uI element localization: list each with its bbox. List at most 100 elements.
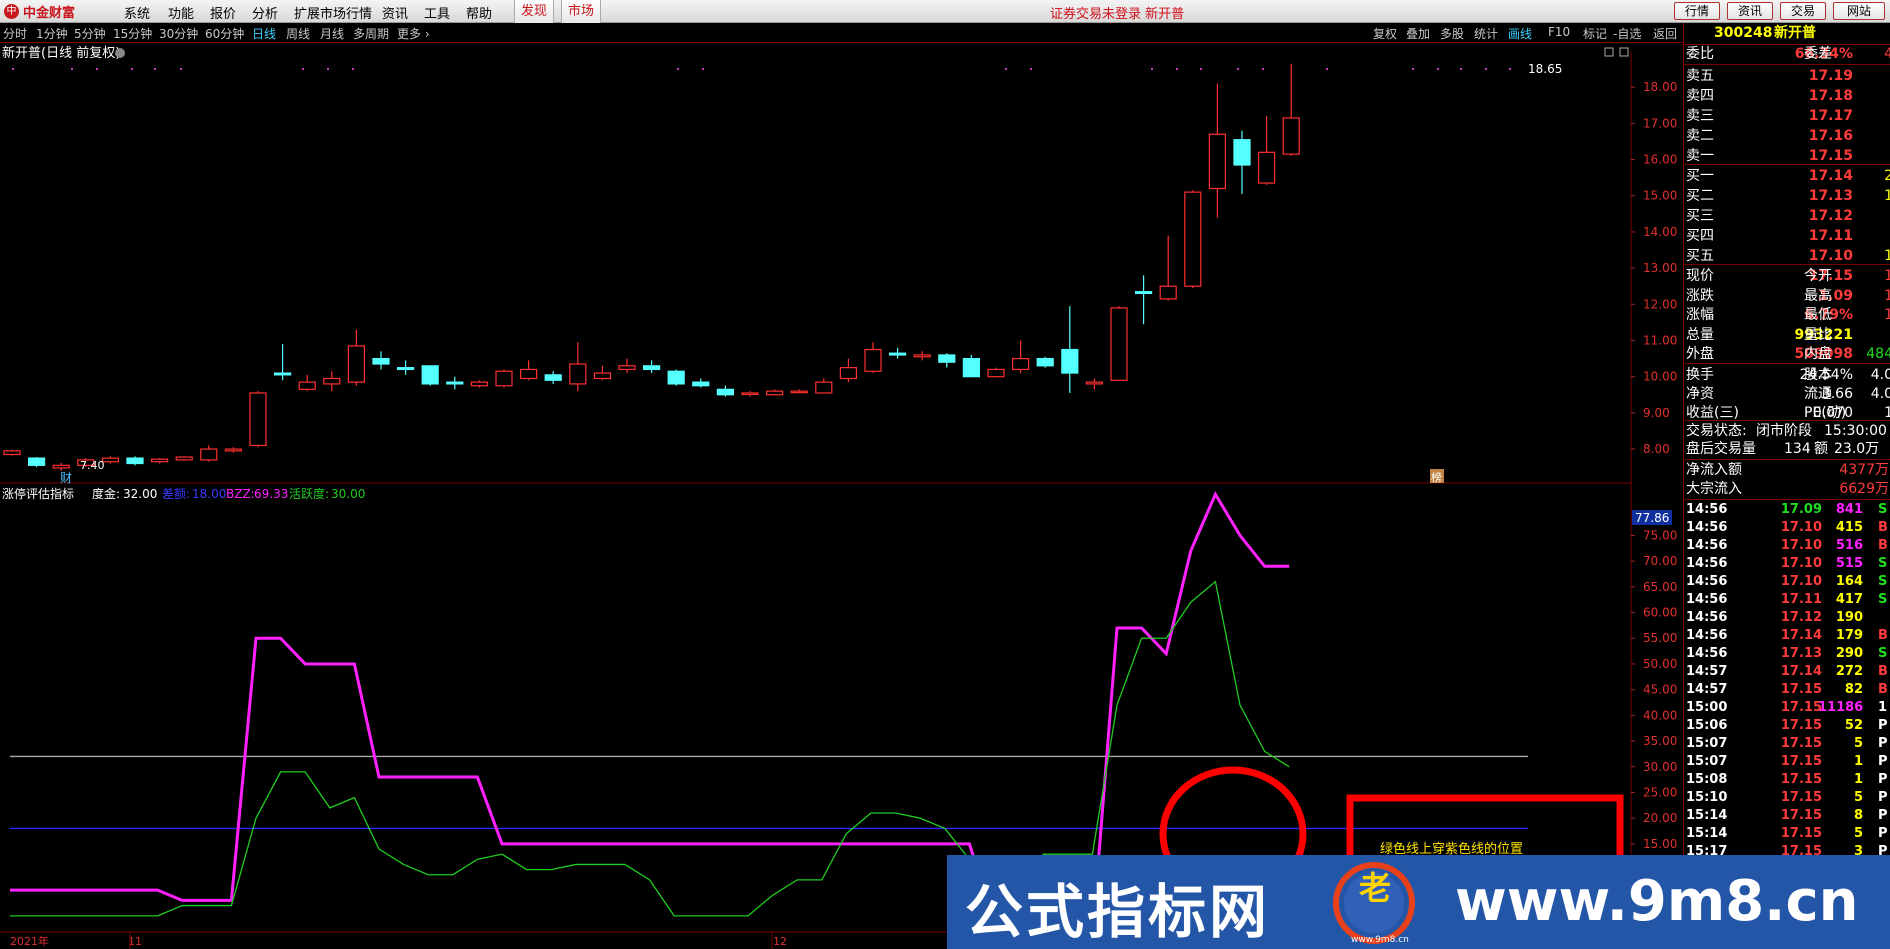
- tool-stats[interactable]: 统计: [1474, 25, 1498, 42]
- period-tab-15min[interactable]: 15分钟: [113, 25, 152, 42]
- candle[interactable]: [962, 354, 981, 378]
- bid-label: 买五: [1686, 248, 1714, 264]
- signal-dot: [702, 68, 704, 70]
- candle[interactable]: [3, 449, 21, 456]
- indicator-y-tick: 20.00: [1643, 811, 1677, 825]
- bid-row[interactable]: 买五 17.10 1: [1684, 247, 1890, 265]
- menu-discover[interactable]: 发现: [514, 0, 555, 23]
- period-tab-60min[interactable]: 60分钟: [205, 25, 244, 42]
- period-tab-daily[interactable]: 日线: [252, 25, 276, 42]
- candle[interactable]: [667, 369, 685, 386]
- menu-analysis[interactable]: 分析: [252, 3, 278, 22]
- tick-price: 17.10: [1780, 556, 1822, 571]
- tool-adjust[interactable]: 复权: [1373, 25, 1397, 42]
- menu-quote[interactable]: 报价: [210, 3, 236, 22]
- tick-volume: 190: [1835, 610, 1863, 625]
- financial-marker[interactable]: 财: [60, 471, 72, 484]
- tool-draw[interactable]: 画线: [1508, 25, 1532, 42]
- tool-multi-stock[interactable]: 多股: [1440, 25, 1464, 42]
- signal-dot: [1460, 68, 1462, 70]
- bid-row[interactable]: 买一 17.14 2: [1684, 167, 1890, 185]
- candle[interactable]: [175, 456, 193, 461]
- news-button[interactable]: 资讯: [1727, 2, 1773, 20]
- stat-row: 外盘 509098 内盘 484: [1684, 345, 1890, 363]
- menu-function[interactable]: 功能: [168, 3, 194, 22]
- indicator-y-tick: 65.00: [1643, 580, 1677, 594]
- tick-volume: 290: [1835, 646, 1863, 661]
- tick-time: 14:56: [1686, 502, 1728, 517]
- tick-row: 14:56 17.09 841 S: [1684, 501, 1890, 519]
- menu-system[interactable]: 系统: [124, 3, 150, 22]
- candlestick-chart[interactable]: 18.00 17.00 16.00 15.00 14.00 13.00 12.00 11.00…: [0, 43, 1683, 484]
- y-tick-label: 10.00: [1643, 370, 1677, 384]
- stat2-label-2: 股本: [1804, 367, 1832, 383]
- candle[interactable]: [1036, 356, 1054, 368]
- period-tab-weekly[interactable]: 周线: [286, 25, 310, 42]
- trade-button[interactable]: 交易: [1780, 2, 1826, 20]
- ask-row[interactable]: 卖四 17.18: [1684, 87, 1890, 105]
- stat-row: 涨幅 6.79% 最低 1: [1684, 306, 1890, 324]
- tool-f10[interactable]: F10: [1548, 25, 1570, 39]
- ask-price: 17.15: [1808, 148, 1853, 164]
- brand-name: 中金财富: [23, 6, 76, 21]
- website-button[interactable]: 网站: [1833, 2, 1885, 20]
- quote-button[interactable]: 行情: [1674, 2, 1720, 20]
- tick-time: 15:00: [1686, 700, 1728, 715]
- tick-row: 14:57 17.15 82 B: [1684, 681, 1890, 699]
- stat-label: 总量: [1686, 326, 1714, 343]
- period-tab-30min[interactable]: 30分钟: [159, 25, 198, 42]
- tick-time: 14:57: [1686, 682, 1728, 697]
- tool-watchlist[interactable]: -自选: [1613, 25, 1641, 42]
- tool-mark[interactable]: 标记: [1583, 25, 1607, 42]
- tool-back[interactable]: 返回: [1653, 25, 1677, 42]
- tick-volume: 5: [1853, 736, 1863, 751]
- candle[interactable]: [28, 457, 46, 468]
- candle[interactable]: [249, 391, 267, 448]
- bid-row[interactable]: 买四 17.11: [1684, 227, 1890, 245]
- stat-row: 现价 17.15 今开 1: [1684, 267, 1890, 285]
- bid-row[interactable]: 买三 17.12: [1684, 207, 1890, 225]
- tick-volume: 11186: [1818, 700, 1864, 715]
- signal-dot: [154, 68, 156, 70]
- bl-label: 差额:: [162, 487, 190, 501]
- menu-help[interactable]: 帮助: [466, 3, 492, 22]
- ask-row[interactable]: 卖二 17.16: [1684, 127, 1890, 145]
- tick-row: 14:56 17.10 415 B: [1684, 519, 1890, 537]
- menu-market[interactable]: 市场: [561, 0, 602, 23]
- candle[interactable]: [495, 369, 513, 388]
- period-tab-5min[interactable]: 5分钟: [74, 25, 106, 42]
- menu-tools[interactable]: 工具: [424, 3, 450, 22]
- candle[interactable]: [421, 365, 439, 386]
- bid-row[interactable]: 买二 17.13 1: [1684, 187, 1890, 205]
- settings-circle-icon[interactable]: [115, 48, 125, 58]
- ask-row[interactable]: 卖五 17.19: [1684, 67, 1890, 85]
- period-tab-intraday[interactable]: 分时: [3, 25, 27, 42]
- y-tick-label: 15.00: [1643, 189, 1677, 203]
- candle[interactable]: [1110, 306, 1128, 381]
- tick-price: 17.11: [1780, 592, 1822, 607]
- ask-price: 17.16: [1808, 128, 1853, 144]
- candle[interactable]: [126, 456, 144, 466]
- tick-row: 14:56 17.10 515 S: [1684, 555, 1890, 573]
- period-tab-1min[interactable]: 1分钟: [36, 25, 68, 42]
- period-tab-multi[interactable]: 多周期: [353, 25, 389, 42]
- indicator-name: 涨停评估指标: [2, 486, 74, 501]
- signal-dot: [302, 68, 304, 70]
- ask-row[interactable]: 卖一 17.15: [1684, 147, 1890, 165]
- bl-value: 18.00: [192, 487, 226, 501]
- tick-volume: 417: [1835, 592, 1863, 607]
- tick-price: 17.15: [1780, 736, 1822, 751]
- menu-ext-market[interactable]: 扩展市场行情: [294, 3, 372, 22]
- period-tab-more[interactable]: 更多 ›: [397, 25, 430, 42]
- menu-news[interactable]: 资讯: [382, 3, 408, 22]
- candle[interactable]: [1184, 190, 1202, 289]
- stat-label-2: 最低: [1804, 307, 1832, 323]
- cursor-value: 77.86: [1635, 511, 1669, 525]
- ask-row[interactable]: 卖三 17.17: [1684, 107, 1890, 125]
- candle[interactable]: [987, 367, 1005, 378]
- watermark-right-text: www.9m8.cn: [1455, 869, 1859, 934]
- tool-overlay[interactable]: 叠加: [1406, 25, 1430, 42]
- indicator-y-tick: 75.00: [1643, 528, 1677, 542]
- period-tab-monthly[interactable]: 月线: [320, 25, 344, 42]
- tick-row: 14:56 17.13 290 S: [1684, 645, 1890, 663]
